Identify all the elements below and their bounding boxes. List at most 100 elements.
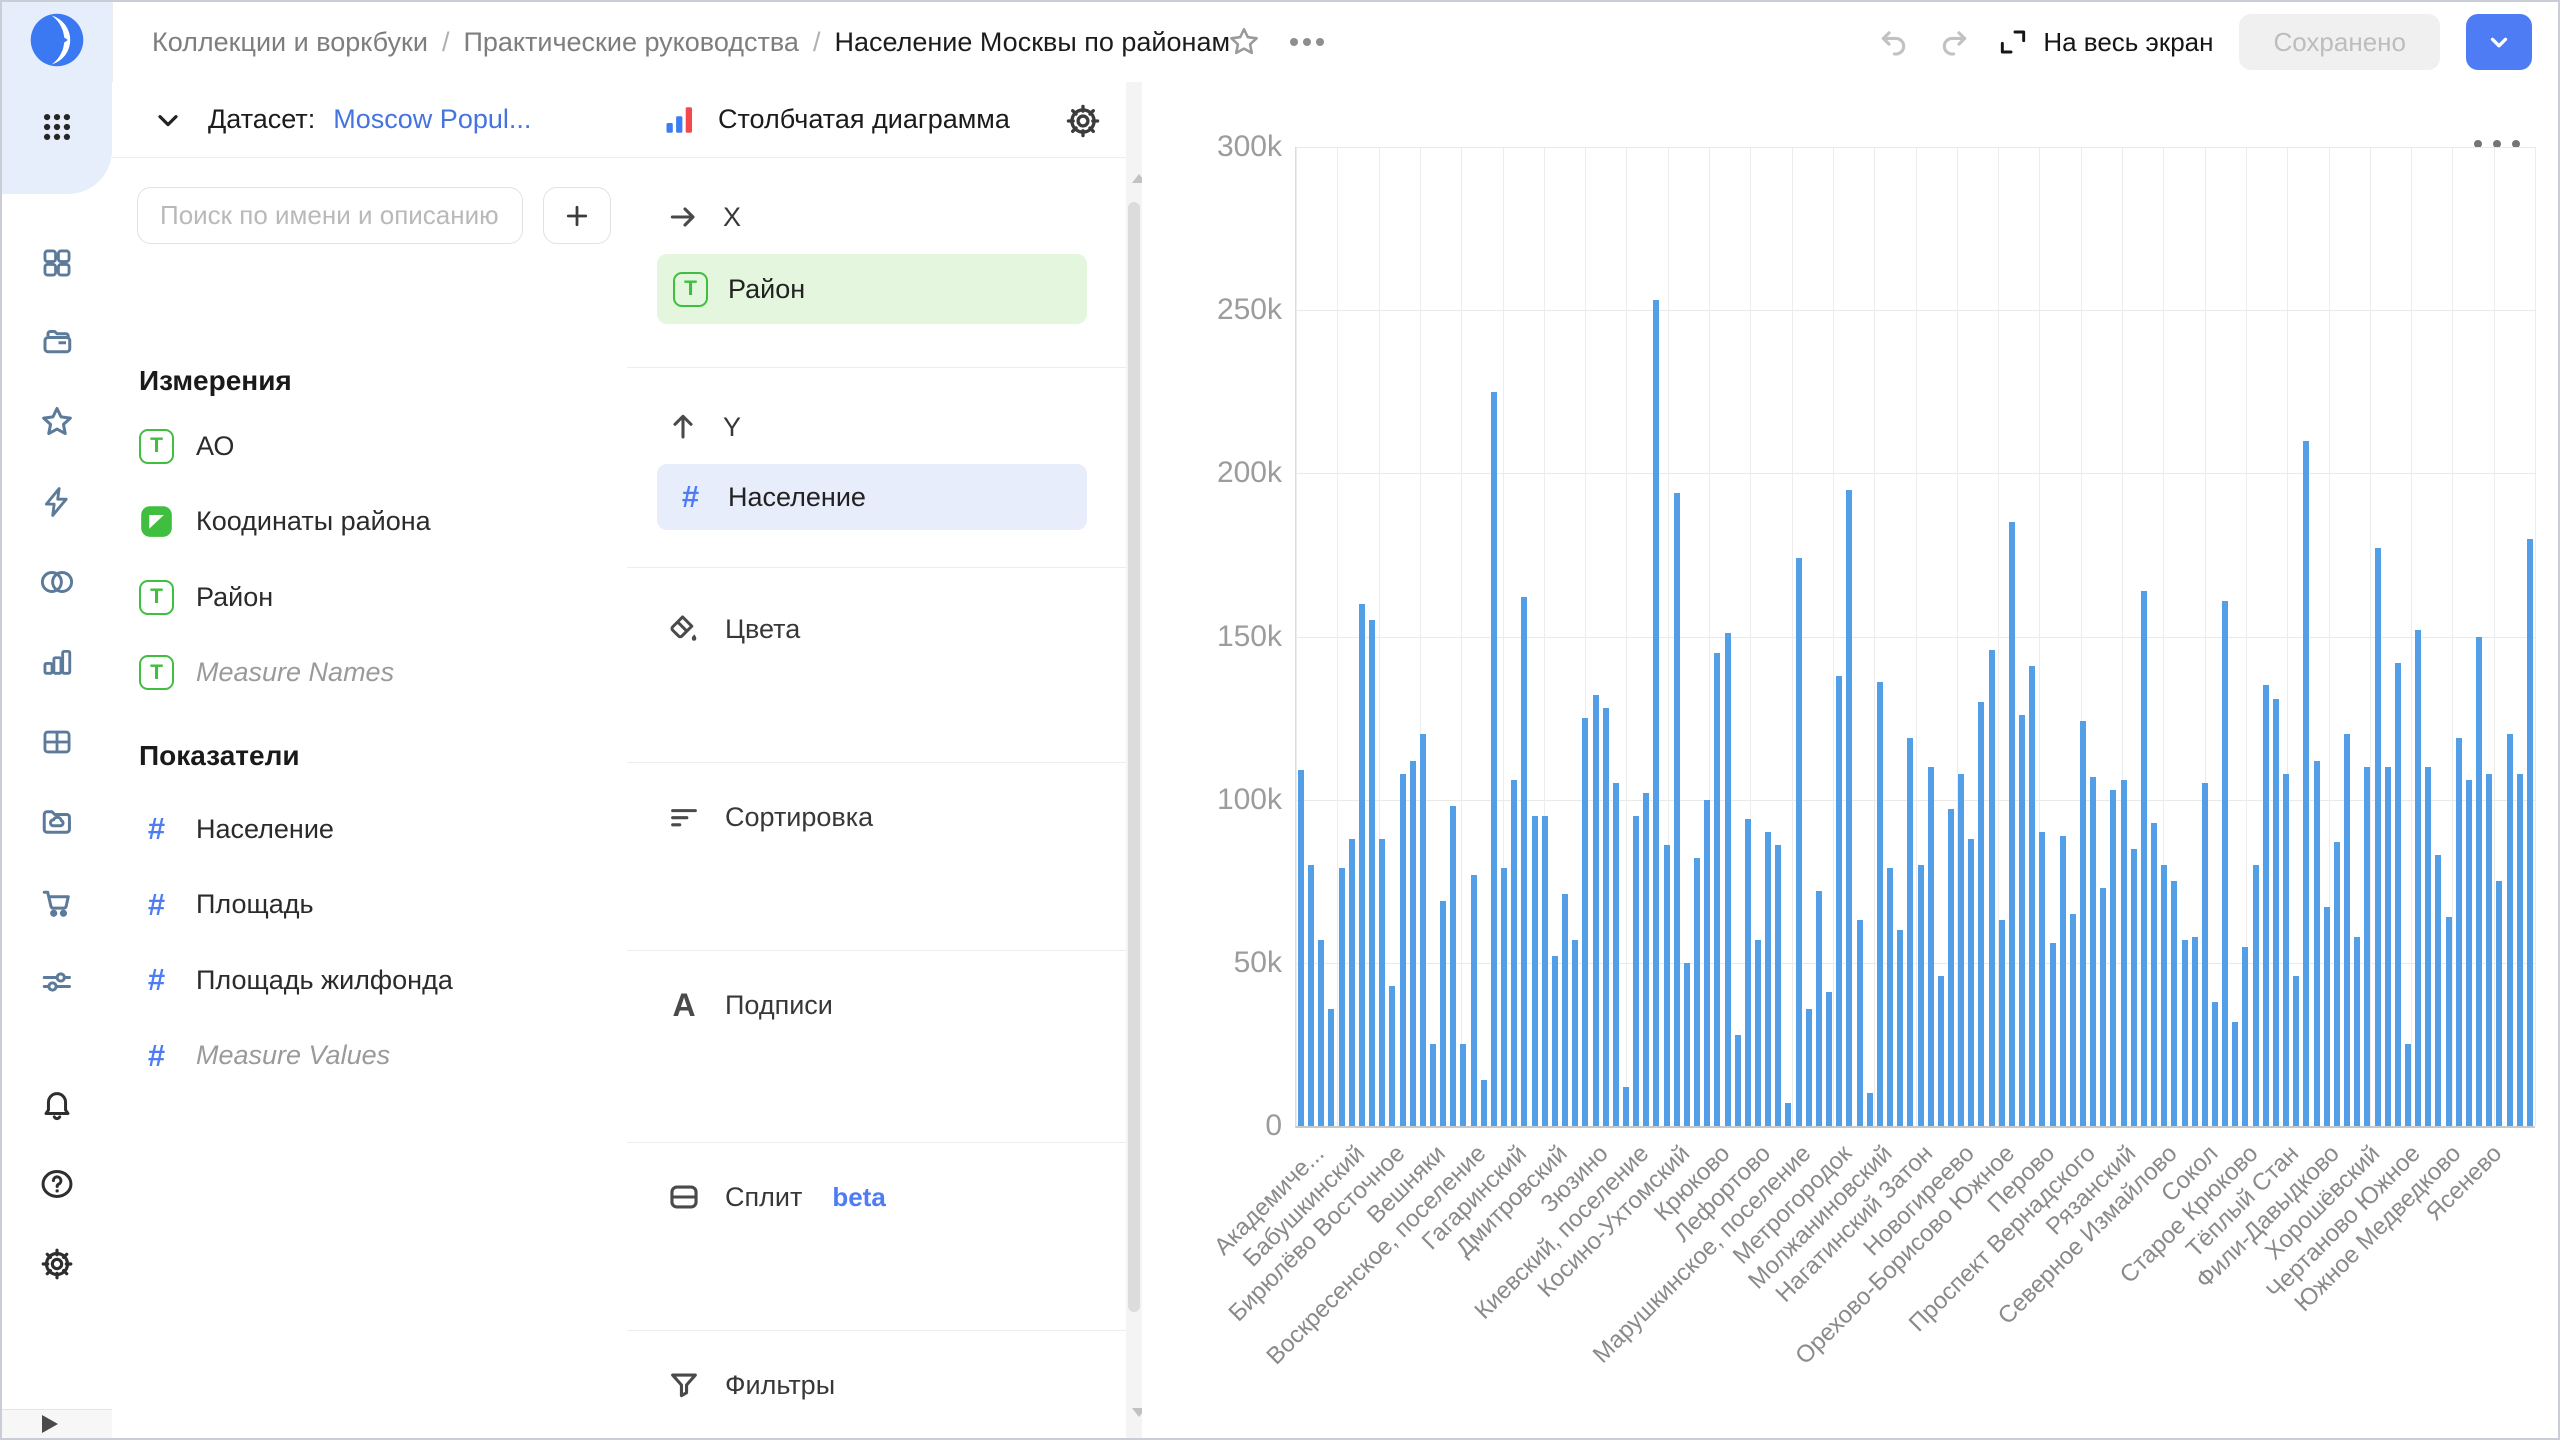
- bar[interactable]: [2222, 601, 2228, 1126]
- bar[interactable]: [1623, 1087, 1629, 1126]
- bar[interactable]: [2446, 917, 2452, 1126]
- bar[interactable]: [1379, 839, 1385, 1126]
- bar[interactable]: [1440, 901, 1446, 1126]
- bar[interactable]: [1836, 676, 1842, 1126]
- bar[interactable]: [1735, 1035, 1741, 1126]
- bar[interactable]: [2283, 774, 2289, 1126]
- bar[interactable]: [2232, 1022, 2238, 1126]
- bar[interactable]: [1613, 783, 1619, 1126]
- breadcrumb-item[interactable]: Коллекции и воркбуки: [152, 27, 428, 58]
- bar[interactable]: [1420, 734, 1426, 1126]
- bar[interactable]: [2415, 630, 2421, 1126]
- bar[interactable]: [1968, 839, 1974, 1126]
- bar[interactable]: [1369, 620, 1375, 1126]
- bar[interactable]: [2212, 1002, 2218, 1126]
- labels-section[interactable]: A Подписи: [667, 978, 833, 1032]
- bar[interactable]: [2171, 881, 2177, 1126]
- bar[interactable]: [1328, 1009, 1334, 1126]
- bar[interactable]: [1511, 780, 1517, 1126]
- bar[interactable]: [1785, 1103, 1791, 1126]
- bar[interactable]: [2344, 734, 2350, 1126]
- search-input[interactable]: [137, 187, 523, 244]
- widgets-icon[interactable]: [40, 246, 74, 280]
- bar[interactable]: [2029, 666, 2035, 1126]
- bar[interactable]: [1907, 738, 1913, 1126]
- bar[interactable]: [1887, 868, 1893, 1126]
- bar[interactable]: [2141, 591, 2147, 1126]
- bar[interactable]: [2517, 774, 2523, 1126]
- table-icon[interactable]: [40, 725, 74, 759]
- bar[interactable]: [1532, 816, 1538, 1126]
- dataset-name-link[interactable]: Moscow Popul...: [333, 104, 531, 135]
- config-scrollbar-thumb[interactable]: [1128, 202, 1140, 1312]
- bar[interactable]: [2192, 937, 2198, 1126]
- cart-icon[interactable]: [39, 884, 75, 920]
- bar[interactable]: [1552, 956, 1558, 1126]
- bar[interactable]: [1877, 682, 1883, 1126]
- bar[interactable]: [2364, 767, 2370, 1126]
- bar[interactable]: [1389, 986, 1395, 1126]
- bar-chart-icon[interactable]: [40, 645, 74, 679]
- fullscreen-button[interactable]: На весь экран: [1997, 26, 2213, 58]
- dimension-field-АО[interactable]: TАО: [139, 420, 234, 472]
- undo-icon[interactable]: [1877, 25, 1911, 59]
- bar[interactable]: [1958, 774, 1964, 1126]
- filters-section[interactable]: Фильтры: [667, 1358, 835, 1412]
- bar[interactable]: [1481, 1080, 1487, 1126]
- bar[interactable]: [2131, 849, 2137, 1126]
- measure-field-Measure Values[interactable]: #Measure Values: [139, 1030, 390, 1082]
- bar[interactable]: [2242, 947, 2248, 1126]
- bar[interactable]: [2182, 940, 2188, 1126]
- bar[interactable]: [1572, 940, 1578, 1126]
- bar[interactable]: [2151, 823, 2157, 1126]
- bar[interactable]: [2334, 842, 2340, 1126]
- bar[interactable]: [1948, 809, 1954, 1126]
- bar[interactable]: [1684, 963, 1690, 1126]
- bar[interactable]: [2060, 836, 2066, 1126]
- bar[interactable]: [1349, 839, 1355, 1126]
- dimension-field-Коодинаты района[interactable]: Коодинаты района: [139, 496, 431, 548]
- breadcrumb-item[interactable]: Практические руководства: [463, 27, 798, 58]
- bar[interactable]: [1775, 845, 1781, 1126]
- lightning-icon[interactable]: [40, 485, 74, 519]
- bar[interactable]: [1674, 493, 1680, 1126]
- bar[interactable]: [1318, 940, 1324, 1126]
- bell-icon[interactable]: [39, 1086, 75, 1122]
- split-section[interactable]: Сплит beta: [667, 1170, 886, 1224]
- bar[interactable]: [1846, 490, 1852, 1126]
- question-circle-icon[interactable]: [39, 1166, 75, 1202]
- chevron-down-icon[interactable]: [152, 104, 184, 136]
- bar[interactable]: [2050, 943, 2056, 1126]
- bar[interactable]: [1501, 868, 1507, 1126]
- apps-grid-icon[interactable]: [40, 110, 74, 144]
- add-field-button[interactable]: [543, 187, 611, 244]
- measure-field-Население[interactable]: #Население: [139, 803, 334, 855]
- bar[interactable]: [1938, 976, 1944, 1126]
- bar[interactable]: [1339, 868, 1345, 1126]
- bar[interactable]: [2425, 767, 2431, 1126]
- bar[interactable]: [1430, 1044, 1436, 1126]
- bar[interactable]: [1582, 718, 1588, 1126]
- bar[interactable]: [2527, 539, 2533, 1126]
- bar-chart-plot[interactable]: [1295, 147, 2535, 1128]
- bar[interactable]: [1725, 633, 1731, 1126]
- bar[interactable]: [1755, 940, 1761, 1126]
- bar[interactable]: [1521, 597, 1527, 1126]
- bar[interactable]: [2486, 774, 2492, 1126]
- chart-settings-gear-icon[interactable]: [1064, 102, 1102, 140]
- bar[interactable]: [1653, 300, 1659, 1126]
- bar[interactable]: [2476, 637, 2482, 1127]
- bar[interactable]: [1359, 604, 1365, 1126]
- bar[interactable]: [1989, 650, 1995, 1126]
- bar[interactable]: [1796, 558, 1802, 1126]
- bar[interactable]: [1643, 793, 1649, 1126]
- bar[interactable]: [2496, 881, 2502, 1126]
- bar[interactable]: [2273, 699, 2279, 1126]
- favorite-star-icon[interactable]: [1227, 25, 1261, 59]
- bar[interactable]: [2435, 855, 2441, 1126]
- more-menu-icon[interactable]: [1287, 35, 1327, 49]
- bar[interactable]: [2110, 790, 2116, 1126]
- bar[interactable]: [2263, 685, 2269, 1126]
- bar[interactable]: [2100, 888, 2106, 1126]
- bar[interactable]: [1867, 1093, 1873, 1126]
